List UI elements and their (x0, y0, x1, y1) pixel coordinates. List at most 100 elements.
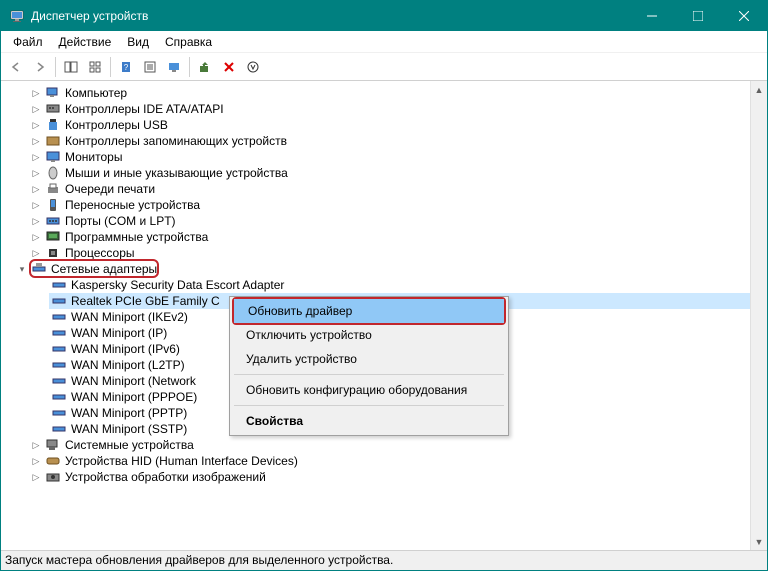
expander-icon[interactable]: ▷ (29, 118, 43, 132)
tree-node-monitors[interactable]: ▷ Мониторы (29, 149, 767, 165)
node-label: Программные устройства (63, 229, 210, 245)
ide-icon (45, 101, 61, 117)
tree-node-ide[interactable]: ▷ Контроллеры IDE ATA/ATAPI (29, 101, 767, 117)
software-icon (45, 229, 61, 245)
expander-icon[interactable]: ▷ (29, 166, 43, 180)
node-label: Kaspersky Security Data Escort Adapter (69, 277, 286, 293)
maximize-button[interactable] (675, 1, 721, 31)
network-adapter-icon (51, 373, 67, 389)
expander-icon[interactable]: ▷ (29, 230, 43, 244)
network-adapter-icon (51, 277, 67, 293)
tree-node-computer[interactable]: ▷Компьютер (29, 85, 767, 101)
node-label: WAN Miniport (IKEv2) (69, 309, 190, 325)
node-label: Очереди печати (63, 181, 157, 197)
scan-hardware-button[interactable] (163, 56, 185, 78)
node-label: WAN Miniport (Network (69, 373, 198, 389)
tree-node-storage[interactable]: ▷Контроллеры запоминающих устройств (29, 133, 767, 149)
monitor-icon (45, 149, 61, 165)
tree-node-software-devices[interactable]: ▷ Программные устройства (29, 229, 767, 245)
ctx-disable-device[interactable]: Отключить устройство (232, 323, 506, 347)
tree-node-portable[interactable]: ▷Переносные устройства (29, 197, 767, 213)
expander-icon[interactable]: ▷ (29, 150, 43, 164)
expander-icon[interactable]: ▷ (29, 182, 43, 196)
menu-view[interactable]: Вид (119, 33, 157, 51)
tree-content: ▷Компьютер ▷Контроллеры IDE ATA/ATAPI ▷К… (1, 81, 767, 550)
node-label: Системные устройства (63, 437, 196, 453)
node-label: Контроллеры USB (63, 117, 170, 133)
help-button[interactable]: ? (115, 56, 137, 78)
tree-node-ports[interactable]: ▷Порты (COM и LPT) (29, 213, 767, 229)
expander-icon[interactable]: ▷ (29, 438, 43, 452)
expander-icon[interactable]: ▷ (29, 470, 43, 484)
grid-view-button[interactable] (84, 56, 106, 78)
uninstall-button[interactable] (218, 56, 240, 78)
network-adapter-icon (51, 357, 67, 373)
show-hide-tree-button[interactable] (60, 56, 82, 78)
disable-button[interactable] (242, 56, 264, 78)
menu-help[interactable]: Справка (157, 33, 220, 51)
network-adapter-icon (51, 421, 67, 437)
scroll-up-icon[interactable]: ▲ (751, 81, 767, 98)
tree-node-imaging[interactable]: ▷ Устройства обработки изображений (29, 469, 767, 485)
context-separator (234, 405, 504, 406)
node-label: Мониторы (63, 149, 124, 165)
ctx-scan-hardware[interactable]: Обновить конфигурацию оборудования (232, 378, 506, 402)
computer-icon (45, 85, 61, 101)
expander-icon[interactable]: ▷ (29, 102, 43, 116)
node-label: Контроллеры IDE ATA/ATAPI (63, 101, 226, 117)
close-button[interactable] (721, 1, 767, 31)
tree-node-system-devices[interactable]: ▷ Системные устройства (29, 437, 767, 453)
titlebar: Диспетчер устройств (1, 1, 767, 31)
minimize-button[interactable] (629, 1, 675, 31)
back-button[interactable] (5, 56, 27, 78)
printer-icon (45, 181, 61, 197)
node-label: Устройства обработки изображений (63, 469, 268, 485)
toolbar: ? (1, 53, 767, 81)
node-label: WAN Miniport (PPTP) (69, 405, 189, 421)
vertical-scrollbar[interactable]: ▲ ▼ (750, 81, 767, 550)
expander-icon[interactable]: ▷ (29, 134, 43, 148)
menu-file[interactable]: Файл (5, 33, 51, 51)
tree-node-mice[interactable]: ▷Мыши и иные указывающие устройства (29, 165, 767, 181)
svg-text:?: ? (124, 63, 129, 72)
ctx-update-driver[interactable]: Обновить драйвер (234, 299, 504, 323)
expander-icon[interactable]: ▷ (29, 246, 43, 260)
usb-icon (45, 117, 61, 133)
tree-node-usb[interactable]: ▷ Контроллеры USB (29, 117, 767, 133)
device-manager-window: Диспетчер устройств Файл Действие Вид Сп… (0, 0, 768, 571)
expander-icon[interactable]: ▾ (15, 262, 29, 276)
toolbar-separator (55, 57, 56, 77)
node-label: Сетевые адаптеры (49, 261, 159, 277)
menu-action[interactable]: Действие (51, 33, 120, 51)
expander-icon[interactable]: ▷ (29, 86, 43, 100)
forward-button[interactable] (29, 56, 51, 78)
status-text: Запуск мастера обновления драйверов для … (5, 553, 393, 567)
tree-node-kaspersky-adapter[interactable]: Kaspersky Security Data Escort Adapter (49, 277, 767, 293)
node-label: WAN Miniport (IP) (69, 325, 169, 341)
network-adapter-icon (51, 341, 67, 357)
context-menu: Обновить драйвер Отключить устройство Уд… (229, 296, 509, 436)
tree-node-hid[interactable]: ▷ Устройства HID (Human Interface Devices… (29, 453, 767, 469)
storage-icon (45, 133, 61, 149)
scroll-down-icon[interactable]: ▼ (751, 533, 767, 550)
expander-icon[interactable]: ▷ (29, 214, 43, 228)
tree-node-processors[interactable]: ▷Процессоры (29, 245, 767, 261)
expander-icon[interactable]: ▷ (29, 198, 43, 212)
ctx-properties[interactable]: Свойства (232, 409, 506, 433)
update-driver-button[interactable] (194, 56, 216, 78)
ctx-uninstall-device[interactable]: Удалить устройство (232, 347, 506, 371)
window-title: Диспетчер устройств (31, 9, 629, 23)
tree-node-print-queues[interactable]: ▷ Очереди печати (29, 181, 767, 197)
context-separator (234, 374, 504, 375)
expander-icon[interactable]: ▷ (29, 454, 43, 468)
node-label: Realtek PCIe GbE Family C (69, 293, 222, 309)
network-adapter-icon (51, 405, 67, 421)
node-label: Устройства HID (Human Interface Devices) (63, 453, 300, 469)
properties-button[interactable] (139, 56, 161, 78)
tree-node-network-adapters[interactable]: ▾ Сетевые адаптеры (15, 261, 767, 277)
app-icon (9, 8, 25, 24)
mouse-icon (45, 165, 61, 181)
toolbar-separator (110, 57, 111, 77)
imaging-icon (45, 469, 61, 485)
network-adapter-icon (51, 293, 67, 309)
